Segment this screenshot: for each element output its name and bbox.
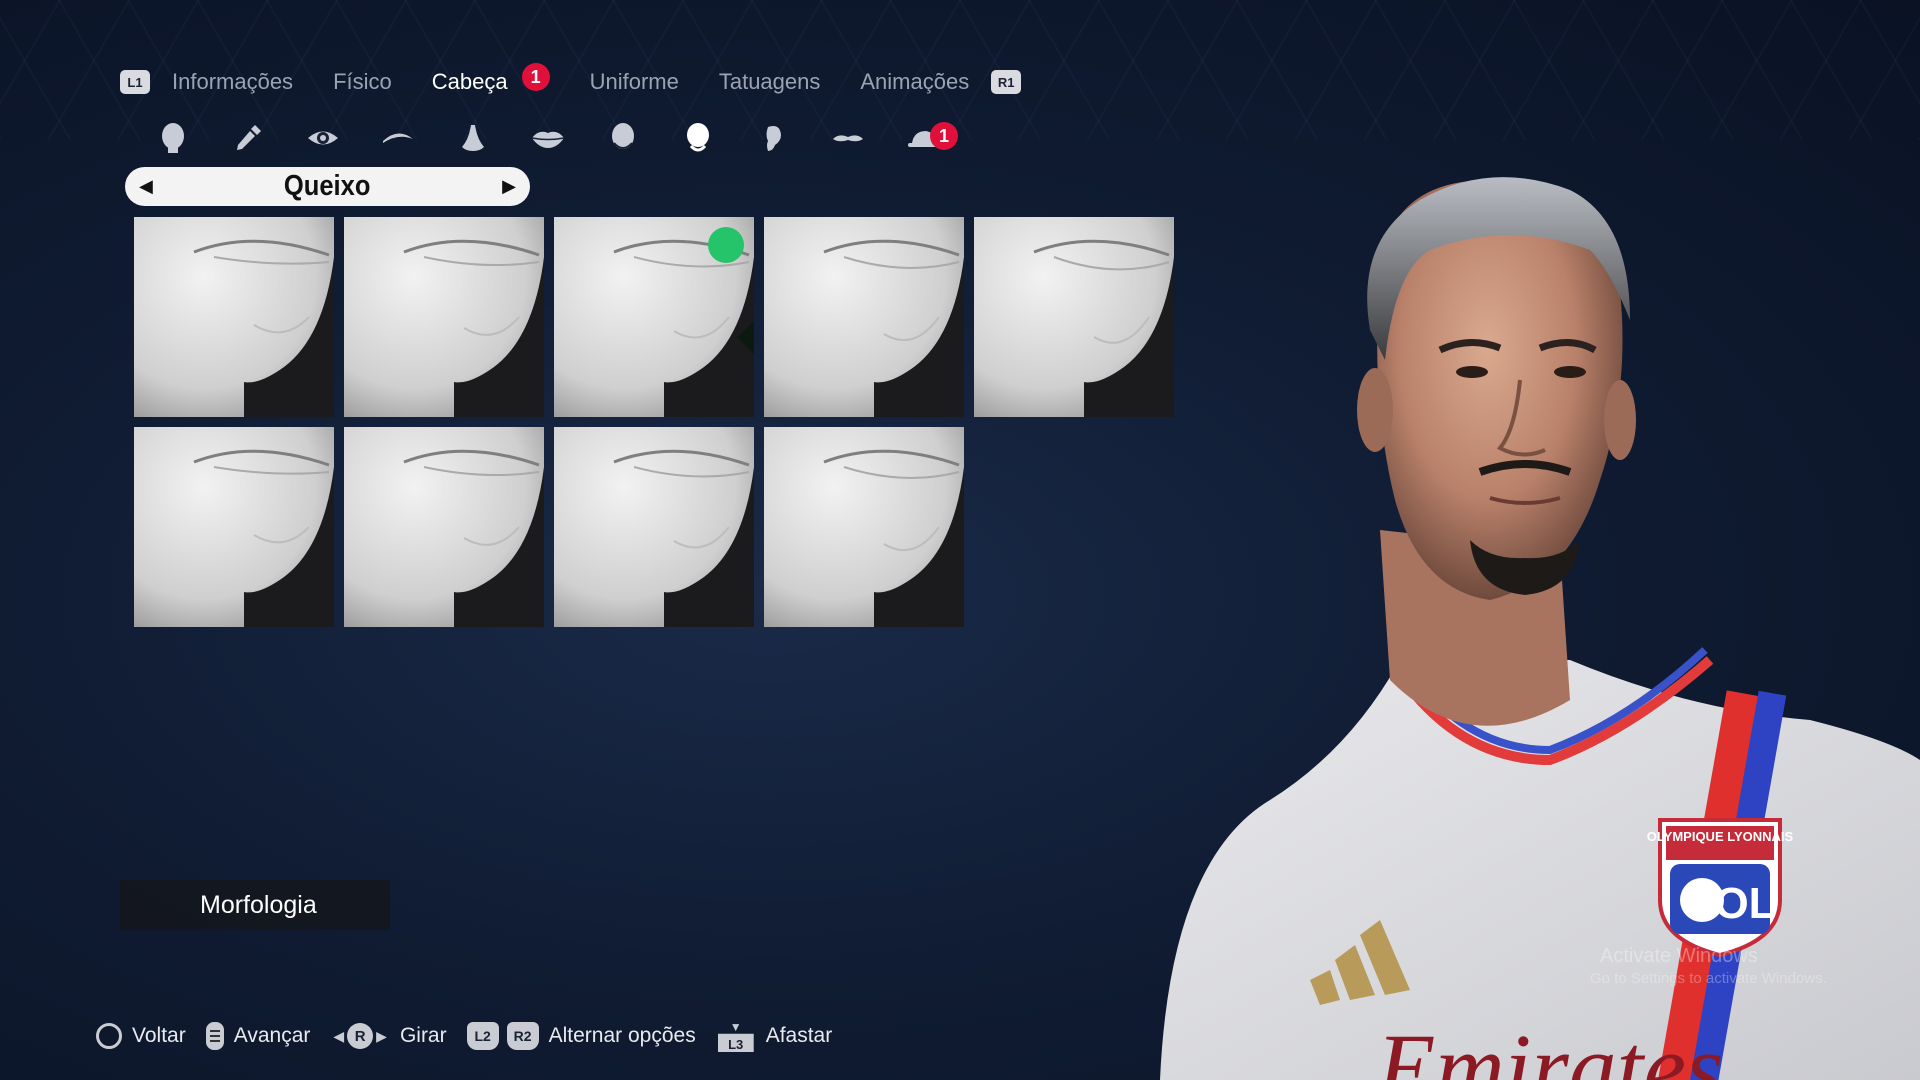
chin-option-tile[interactable]	[554, 217, 754, 417]
selector-title: Queixo	[284, 170, 371, 202]
crest-text: OLYMPIQUE LYONNAIS	[1647, 829, 1794, 844]
chin-option-tile[interactable]	[764, 217, 964, 417]
options-button-icon	[205, 1022, 224, 1050]
right-stick-icon: R	[347, 1023, 374, 1049]
chin-preview-image	[554, 427, 754, 627]
lips-icon[interactable]	[510, 118, 585, 158]
chin-preview-image	[764, 217, 964, 417]
l1-button-icon[interactable]: L1	[120, 70, 150, 94]
cap-badge: 1	[930, 122, 958, 150]
morfologia-label: Morfologia	[200, 890, 317, 919]
tab-bar: L1 Informações Físico Cabeça 1 Uniforme …	[120, 62, 1022, 102]
l3-button-icon: ▼ L3	[716, 1020, 756, 1052]
tab-cabeca[interactable]: Cabeça 1	[431, 63, 550, 95]
eye-icon[interactable]	[285, 118, 360, 158]
controller-hints: Voltar Avançar ◀ R ▶ Girar L2 R2 Alterna…	[96, 1020, 852, 1052]
next-arrow-icon[interactable]: ▶	[502, 176, 516, 197]
r2-button-icon: R2	[506, 1022, 539, 1050]
head-icon[interactable]	[135, 118, 210, 158]
morfologia-button[interactable]: Morfologia	[120, 880, 390, 930]
tab-fisico[interactable]: Físico	[333, 69, 392, 95]
chin-option-tile[interactable]	[134, 427, 334, 627]
player-preview[interactable]: OLYMPIQUE LYONNAIS OL Emirates	[1130, 100, 1920, 1080]
zoom-out-label: Afastar	[765, 1024, 833, 1047]
chin-preview-image	[344, 217, 544, 417]
toggle-options-label: Alternar opções	[548, 1024, 696, 1047]
tab-cabeca-badge: 1	[521, 63, 550, 91]
right-triangle-icon: ▶	[376, 1027, 387, 1044]
tab-uniforme[interactable]: Uniforme	[590, 69, 679, 95]
chin-preview-image	[134, 427, 334, 627]
eyebrow-icon[interactable]	[360, 118, 435, 158]
back-label: Voltar	[132, 1024, 186, 1047]
forward-label: Avançar	[233, 1024, 311, 1047]
back-hint[interactable]: Voltar	[96, 1023, 186, 1049]
crest-initials: OL	[1714, 879, 1775, 928]
r1-button-icon[interactable]: R1	[991, 70, 1022, 94]
selected-check-icon	[708, 227, 754, 355]
option-selector[interactable]: ◀ Queixo ▶	[125, 167, 530, 206]
chin-option-tile[interactable]	[554, 427, 754, 627]
tab-tatuagens[interactable]: Tatuagens	[719, 69, 821, 95]
chin-options-grid	[134, 217, 1174, 627]
face-shape-icon[interactable]	[585, 118, 660, 158]
activate-windows-title: Activate Windows	[1600, 945, 1758, 967]
chin-preview-image	[344, 427, 544, 627]
chin-option-tile[interactable]	[764, 427, 964, 627]
left-triangle-icon: ◀	[333, 1027, 345, 1044]
sponsor-text: Emirates	[1375, 1014, 1724, 1080]
rotate-label: Girar	[399, 1024, 447, 1047]
toggle-options-hint[interactable]: L2 R2 Alternar opções	[466, 1022, 696, 1050]
nose-icon[interactable]	[435, 118, 510, 158]
chin-option-tile[interactable]	[344, 217, 544, 417]
ear-icon[interactable]	[735, 118, 810, 158]
prev-arrow-icon[interactable]: ◀	[139, 176, 153, 197]
zoom-out-hint[interactable]: ▼ L3 Afastar	[716, 1020, 833, 1052]
tab-cabeca-label: Cabeça	[431, 69, 508, 94]
activate-windows-subtitle: Go to Settings to activate Windows.	[1590, 970, 1827, 987]
chin-preview-image	[764, 427, 964, 627]
chin-preview-image	[134, 217, 334, 417]
circle-button-icon	[96, 1023, 122, 1049]
l2-button-icon: L2	[466, 1022, 499, 1050]
mustache-icon[interactable]	[810, 118, 885, 158]
rotate-hint[interactable]: ◀ R ▶ Girar	[330, 1023, 447, 1049]
chin-icon[interactable]	[660, 118, 735, 158]
forward-hint[interactable]: Avançar	[205, 1022, 311, 1050]
down-arrow-icon: ▼	[729, 1020, 742, 1034]
eyedropper-icon[interactable]	[210, 118, 285, 158]
chin-option-tile[interactable]	[344, 427, 544, 627]
cap-icon[interactable]: 1	[885, 118, 960, 158]
tab-informacoes[interactable]: Informações	[172, 69, 293, 95]
category-icon-row: 1	[135, 118, 960, 158]
chin-option-tile[interactable]	[134, 217, 334, 417]
tab-animacoes[interactable]: Animações	[860, 69, 969, 95]
